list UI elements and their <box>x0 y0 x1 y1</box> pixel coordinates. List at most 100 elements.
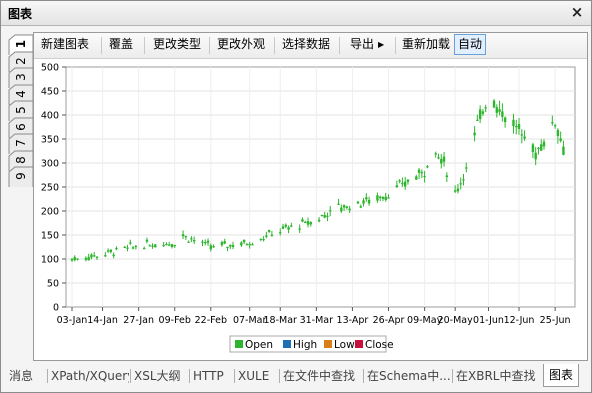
y-tick-label: 500 <box>41 63 59 74</box>
y-tick-label: 150 <box>41 231 59 242</box>
new-chart-button[interactable]: 新建图表 <box>38 35 92 54</box>
candle-body <box>415 176 418 180</box>
candle-body <box>301 219 304 222</box>
bottom-tab-1[interactable]: XPath/XQuery <box>51 367 129 385</box>
change-type-button[interactable]: 更改类型 <box>150 35 204 54</box>
candle-body <box>115 248 118 250</box>
y-tick-label: 0 <box>53 303 59 314</box>
candle-body <box>462 179 465 181</box>
candle-body <box>229 245 232 247</box>
bottom-tab-8[interactable]: 图表 <box>543 364 580 387</box>
candle-body <box>106 250 110 252</box>
candle-body <box>381 196 385 199</box>
x-tick-label: 14-Jan <box>87 315 118 326</box>
candle-body <box>401 182 404 185</box>
x-tick-label: 13-Apr <box>337 315 369 326</box>
candle-body <box>484 107 487 109</box>
change-appearance-button[interactable]: 更改外观 <box>214 35 268 54</box>
side-tab-label: 3 <box>14 73 28 81</box>
candle-body <box>90 254 93 258</box>
y-tick-label: 350 <box>41 135 59 146</box>
title-bar: 图表 × <box>1 1 591 26</box>
close-icon[interactable]: × <box>569 3 585 21</box>
candle-body <box>512 119 515 127</box>
side-tab-label: 7 <box>14 139 28 147</box>
candle-body <box>345 206 349 208</box>
bottom-tab-6[interactable]: 在Schema中... <box>367 367 451 385</box>
candle-body <box>223 241 226 244</box>
candlestick-chart: 0 50 100 150 200 250 300 350 400 450 500 03-Jan 14-J… <box>41 63 576 353</box>
bottom-tab-7[interactable]: 在XBRL中查找 <box>456 367 540 385</box>
bottom-tab-0[interactable]: 消息 <box>9 367 45 385</box>
candle-body <box>245 244 249 246</box>
candle-body <box>465 167 468 169</box>
legend-label-open: Open <box>245 339 273 351</box>
tab-separator <box>452 369 453 383</box>
x-tick-label: 25-Jun <box>540 315 571 326</box>
export-button[interactable]: 导出 ▶ <box>347 35 387 54</box>
bottom-tab-2[interactable]: XSL大纲 <box>134 367 188 385</box>
candle-body <box>123 246 126 249</box>
side-tab-9[interactable]: 9 <box>8 166 34 187</box>
y-tick-label: 200 <box>41 207 59 218</box>
x-tick-label: 01-Jun <box>473 315 504 326</box>
toolbar-separator <box>209 37 210 54</box>
candle-body <box>503 117 507 123</box>
tab-separator <box>130 369 131 383</box>
y-tick-label: 50 <box>47 279 59 290</box>
bottom-tab-3[interactable]: HTTP <box>193 367 233 385</box>
candle-body <box>76 258 79 260</box>
candle-body <box>251 244 254 246</box>
bottom-tab-5[interactable]: 在文件中查找 <box>283 367 363 385</box>
candle-body <box>456 188 460 192</box>
candle-body <box>126 247 129 249</box>
candle-body <box>440 158 443 164</box>
candle-body <box>501 111 504 117</box>
candle-body <box>190 238 193 240</box>
candle-body <box>384 196 387 200</box>
candle-body <box>337 203 340 205</box>
candle-body <box>520 134 523 136</box>
candle-body <box>537 147 540 150</box>
candle-body <box>290 225 293 227</box>
candle-body <box>517 124 521 129</box>
candle-body <box>342 205 346 208</box>
side-tab-label: 4 <box>14 89 28 98</box>
toolbar-separator <box>274 37 275 54</box>
legend-swatch-high <box>283 340 291 348</box>
candle-body <box>317 219 321 222</box>
candle-body <box>426 166 429 168</box>
candle-body <box>367 199 371 204</box>
auto-button[interactable]: 自动 <box>454 34 487 55</box>
select-data-button[interactable]: 选择数据 <box>279 35 333 54</box>
candle-body <box>540 144 543 151</box>
candle-body <box>398 180 401 182</box>
bottom-tab-4[interactable]: XULE <box>238 367 278 385</box>
candle-body <box>515 125 518 128</box>
candle-body <box>226 246 229 249</box>
candle-body <box>267 229 271 233</box>
candle-body <box>417 169 421 173</box>
candle-body <box>231 244 235 247</box>
candle-body <box>209 245 213 250</box>
candle-body <box>259 238 263 240</box>
candle-body <box>187 241 190 243</box>
x-tick-label: 27-Jan <box>123 315 154 326</box>
candle-body <box>323 214 326 218</box>
candle-body <box>434 153 437 155</box>
candle-body <box>365 197 368 200</box>
side-tab-label: 6 <box>14 122 28 131</box>
reload-button[interactable]: 重新加载 <box>399 35 453 54</box>
tab-separator <box>234 369 235 383</box>
overlay-button[interactable]: 覆盖 <box>106 35 136 54</box>
candle-body <box>270 234 274 237</box>
candle-body <box>134 245 138 248</box>
candle-body <box>445 175 449 178</box>
candle-body <box>542 141 546 147</box>
candle-body <box>95 256 99 258</box>
candle-body <box>242 239 246 243</box>
chart-toolbar: 新建图表 覆盖 更改类型 更改外观 选择数据 导出 ▶ 重新加载 自动 <box>34 33 587 59</box>
candle-body <box>112 254 115 257</box>
legend-swatch-open <box>235 340 243 348</box>
candle-body <box>142 247 146 250</box>
